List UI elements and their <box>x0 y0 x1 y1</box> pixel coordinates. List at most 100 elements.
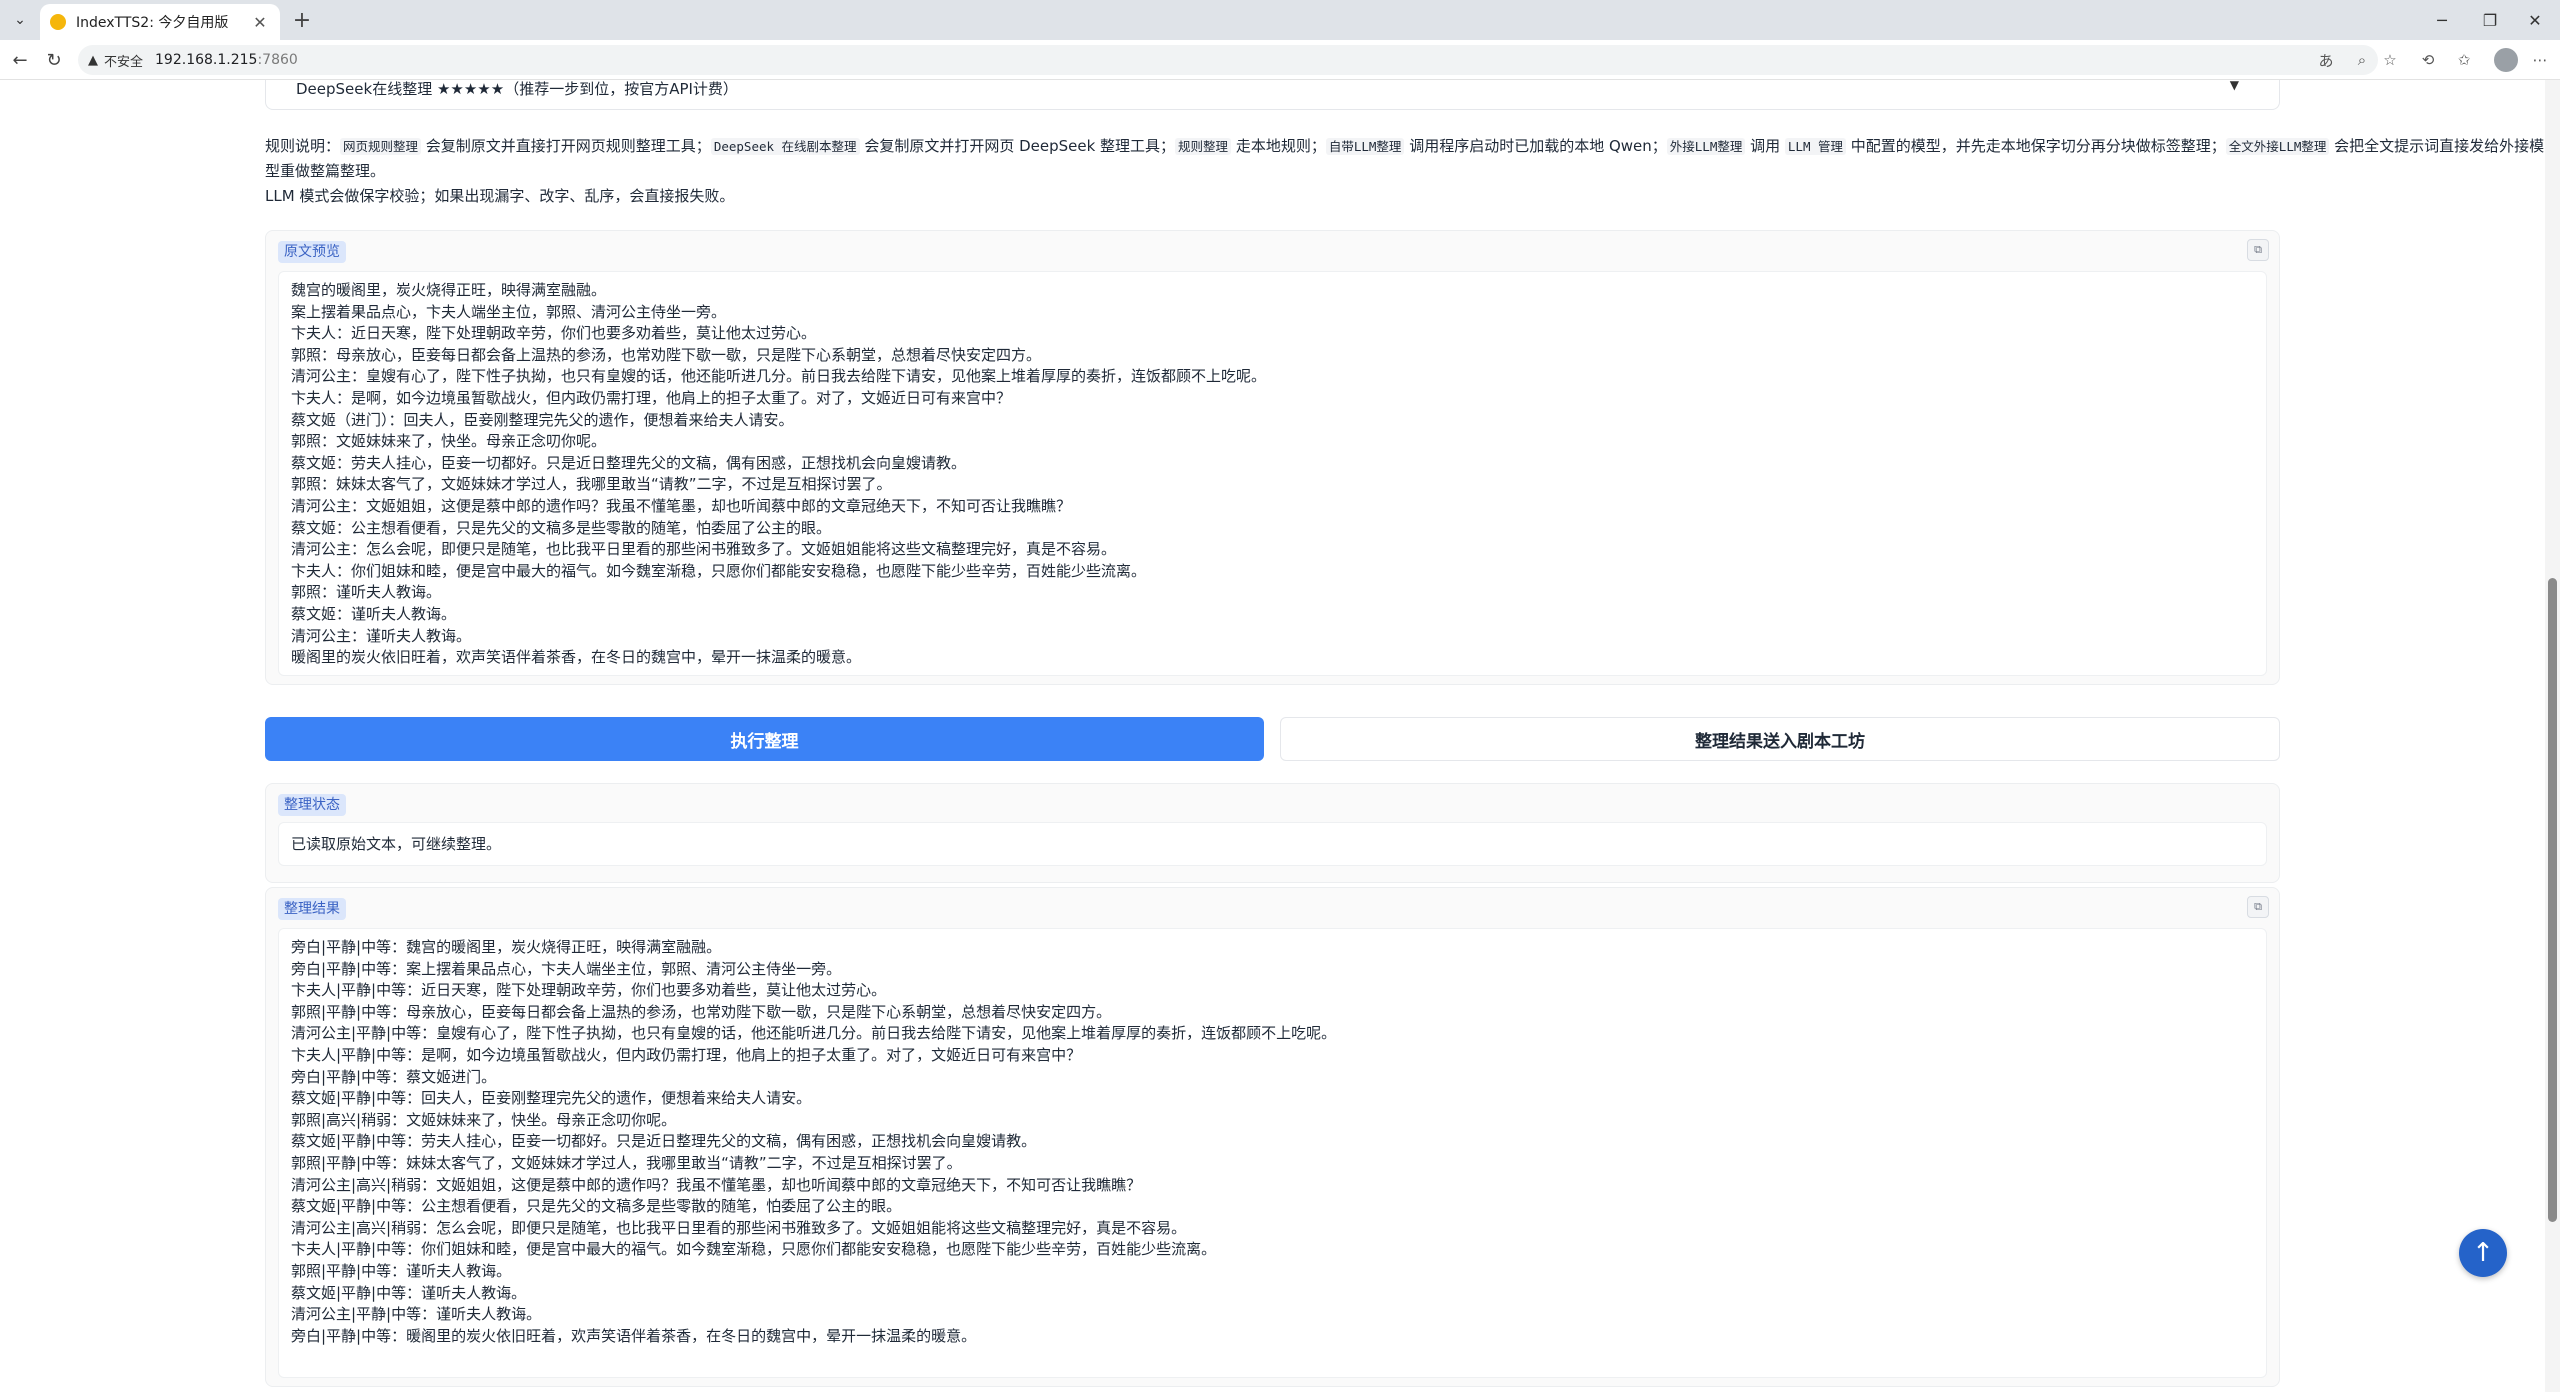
text-line: 暖阁里的炭火依旧旺着，欢声笑语伴着茶香，在冬日的魏宫中，晕开一抹温柔的暖意。 <box>291 648 862 667</box>
text-line: 卞夫人|平静|中等：是啊，如今边境虽暂歇战火，但内政仍需打理，他肩上的担子太重了… <box>291 1045 1082 1064</box>
result-text: 旁白|平静|中等：魏宫的暖阁里，炭火烧得正旺，映得满室融融。 旁白|平静|中等：案… <box>278 928 2267 1378</box>
text-line: 郭照|平静|中等：妹妹太客气了，文姬妹妹才学过人，我哪里敢当“请教”二字，不过是… <box>291 1153 962 1172</box>
rule-text: 走本地规则； <box>1231 137 1326 155</box>
text-line: 郭照：文姬妹妹来了，快坐。母亲正念叨你呢。 <box>291 432 607 451</box>
text-line: 郭照|平静|中等：母亲放心，臣妾每日都会备上温热的参汤，也常劝陛下歇一歇，只是陛… <box>291 1002 1112 1021</box>
favorites-icon[interactable]: ✩ <box>2452 48 2476 72</box>
source-preview-text: 魏宫的暖阁里，炭火烧得正旺，映得满室融融。案上摆着果品点心，卞夫人端坐主位，郭照… <box>278 271 2267 676</box>
reload-icon[interactable]: ↻ <box>40 46 68 74</box>
text-line: 卞夫人|平静|中等：近日天寒，陛下处理朝政辛劳，你们也要多劝着些，莫让他太过劳心… <box>291 981 887 1000</box>
text-line: 蔡文姬：谨听夫人教诲。 <box>291 604 457 623</box>
rules-description: 规则说明： 网页规则整理 会复制原文并直接打开网页规则整理工具； DeepSeek … <box>265 134 2545 209</box>
bookmark-star-icon[interactable]: ☆ <box>2378 48 2402 72</box>
text-line: 蔡文姬：劳夫人挂心，臣妾一切都好。只是近日整理先父的文稿，偶有困惑，正想找机会向… <box>291 453 967 472</box>
rule-text: 会复制原文并打开网页 DeepSeek 整理工具； <box>859 137 1176 155</box>
browser-tab-bar: ⌄ IndexTTS2: 今夕自用版 ✕ + ─ ❐ ✕ <box>0 0 2560 40</box>
text-line: 清河公主：皇嫂有心了，陛下性子执拗，也只有皇嫂的话，他还能听进几分。前日我去给陛… <box>291 367 1267 386</box>
rules-line-2: LLM 模式会做保字校验；如果出现漏字、改字、乱序，会直接报失败。 <box>265 187 735 205</box>
source-preview-block: 原文预览 ⧉ 魏宫的暖阁里，炭火烧得正旺，映得满室融融。案上摆着果品点心，卞夫人… <box>265 230 2280 685</box>
text-line: 蔡文姬（进门）：回夫人，臣妾刚整理完先父的遗作，便想着来给夫人请安。 <box>291 410 794 429</box>
text-line: 清河公主：怎么会呢，即便只是随笔，也比我平日里看的那些闲书雅致多了。文姬姐姐能将… <box>291 540 1117 559</box>
text-line: 案上摆着果品点心，卞夫人端坐主位，郭照、清河公主侍坐一旁。 <box>291 302 727 321</box>
text-line: 卞夫人：近日天寒，陛下处理朝政辛劳，你们也要多劝着些，莫让他太过劳心。 <box>291 324 817 343</box>
organize-mode-dropdown[interactable]: DeepSeek在线整理 ★★★★★（推荐一步到位，按官方API计费） ▼ <box>265 80 2280 110</box>
text-line: 蔡文姬|平静|中等：回夫人，臣妾刚整理完先父的遗作，便想着来给夫人请安。 <box>291 1089 812 1108</box>
rule-code: 外接LLM整理 <box>1666 138 1746 155</box>
scroll-to-top-button[interactable]: ↑ <box>2459 1229 2507 1277</box>
browser-tab-active[interactable]: IndexTTS2: 今夕自用版 ✕ <box>40 4 280 40</box>
arrow-up-icon: ↑ <box>2472 1238 2494 1268</box>
text-line: 旁白|平静|中等：魏宫的暖阁里，炭火烧得正旺，映得满室融融。 <box>291 938 722 956</box>
status-block: 整理状态 已读取原始文本，可继续整理。 <box>265 783 2280 883</box>
text-line: 清河公主：文姬姐姐，这便是蔡中郎的遗作吗？我虽不懂笔墨，却也听闻蔡中郎的文章冠绝… <box>291 496 1072 515</box>
address-bar[interactable]: ▲ 不安全 192.168.1.215 :7860 <box>78 45 2378 75</box>
window-close-icon[interactable]: ✕ <box>2515 6 2555 34</box>
warning-triangle-icon: ▲ <box>88 52 98 68</box>
insecure-label: 不安全 <box>104 54 144 70</box>
text-line: 清河公主|平静|中等：谨听夫人教诲。 <box>291 1305 542 1324</box>
run-organize-button[interactable]: 执行整理 <box>265 717 1264 761</box>
more-menu-icon[interactable]: ⋯ <box>2528 48 2552 72</box>
result-label: 整理结果 <box>278 898 346 920</box>
send-to-workshop-button[interactable]: 整理结果送入剧本工坊 <box>1280 717 2280 761</box>
text-line: 郭照：母亲放心，臣妾每日都会备上温热的参汤，也常劝陛下歇一歇，只是陛下心系朝堂，… <box>291 345 1042 364</box>
text-line: 蔡文姬：公主想看便看，只是先父的文稿多是些零散的随笔，怕委屈了公主的眼。 <box>291 518 832 537</box>
text-line: 郭照：谨听夫人教诲。 <box>291 583 442 602</box>
text-line: 旁白|平静|中等：蔡文姬进门。 <box>291 1067 497 1086</box>
rule-text: 调用 <box>1745 137 1785 155</box>
source-preview-label: 原文预览 <box>278 241 346 263</box>
text-line: 郭照|平静|中等：谨听夫人教诲。 <box>291 1261 512 1280</box>
text-line: 卞夫人|平静|中等：你们姐妹和睦，便是宫中最大的福气。如今魏室渐稳，只愿你们都能… <box>291 1240 1217 1259</box>
page-content: DeepSeek在线整理 ★★★★★（推荐一步到位，按官方API计费） ▼ 规则… <box>0 80 2545 1392</box>
minimize-icon[interactable]: ─ <box>2422 6 2462 34</box>
text-line: 卞夫人：你们姐妹和睦，便是宫中最大的福气。如今魏室渐稳，只愿你们都能安安稳稳，也… <box>291 561 1147 580</box>
dropdown-caret-icon[interactable]: ▼ <box>2230 80 2239 92</box>
tab-list-chevron-icon[interactable]: ⌄ <box>6 6 34 34</box>
new-tab-plus-icon[interactable]: + <box>288 6 316 34</box>
text-line: 清河公主|高兴|稍弱：怎么会呢，即便只是随笔，也比我平日里看的那些闲书雅致多了。… <box>291 1218 1187 1237</box>
text-line: 蔡文姬|平静|中等：公主想看便看，只是先父的文稿多是些零散的随笔，怕委屈了公主的… <box>291 1197 902 1216</box>
copy-source-icon[interactable]: ⧉ <box>2247 239 2269 261</box>
rule-text: 会复制原文并直接打开网页规则整理工具； <box>421 137 711 155</box>
text-line: 郭照|高兴|稍弱：文姬妹妹来了，快坐。母亲正念叨你呢。 <box>291 1110 677 1129</box>
text-line: 旁白|平静|中等：暖阁里的炭火依旧旺着，欢声笑语伴着茶香，在冬日的魏宫中，晕开一… <box>291 1326 977 1345</box>
text-line: 魏宫的暖阁里，炭火烧得正旺，映得满室融融。 <box>291 281 607 299</box>
dropdown-selected-value: DeepSeek在线整理 ★★★★★（推荐一步到位，按官方API计费） <box>296 80 738 98</box>
browser-toolbar: ← ↻ ▲ 不安全 192.168.1.215 :7860 あ ⌕ ☆ ⟲ ✩ … <box>0 40 2560 80</box>
result-block: 整理结果 ⧉ 旁白|平静|中等：魏宫的暖阁里，炭火烧得正旺，映得满室融融。 旁白|… <box>265 887 2280 1387</box>
back-arrow-icon[interactable]: ← <box>6 46 34 74</box>
rule-code: 自带LLM整理 <box>1325 138 1405 155</box>
text-line: 蔡文姬|平静|中等：谨听夫人教诲。 <box>291 1283 527 1302</box>
rule-code: 全文外接LLM整理 <box>2225 138 2330 155</box>
copy-result-icon[interactable]: ⧉ <box>2247 896 2269 918</box>
text-line: 卞夫人：是啊，如今边境虽暂歇战火，但内政仍需打理，他肩上的担子太重了。对了，文姬… <box>291 388 1012 407</box>
text-line: 郭照：妹妹太客气了，文姬妹妹才学过人，我哪里敢当“请教”二字，不过是互相探讨罢了… <box>291 475 892 494</box>
rule-code: DeepSeek 在线剧本整理 <box>710 138 860 155</box>
close-tab-icon[interactable]: ✕ <box>250 12 270 32</box>
scrollbar-thumb[interactable] <box>2548 578 2557 1222</box>
rule-code: 规则整理 <box>1175 138 1232 155</box>
extensions-icon[interactable]: ⟲ <box>2416 48 2440 72</box>
text-line: 蔡文姬|平静|中等：劳夫人挂心，臣妾一切都好。只是近日整理先父的文稿，偶有困惑，… <box>291 1132 1037 1151</box>
status-text-area: 已读取原始文本，可继续整理。 <box>278 822 2267 866</box>
url-port: :7860 <box>257 52 298 68</box>
status-label: 整理状态 <box>278 794 346 816</box>
url-host: 192.168.1.215 <box>155 52 258 68</box>
tab-title: IndexTTS2: 今夕自用版 <box>76 15 229 31</box>
status-text: 已读取原始文本，可继续整理。 <box>291 835 502 853</box>
rule-text: 调用程序启动时已加载的本地 Qwen； <box>1404 137 1667 155</box>
rule-code: 网页规则整理 <box>340 138 422 155</box>
profile-avatar[interactable] <box>2494 48 2518 72</box>
text-line: 清河公主：谨听夫人教诲。 <box>291 626 472 645</box>
result-lines-container: 旁白|平静|中等：魏宫的暖阁里，炭火烧得正旺，映得满室融融。 旁白|平静|中等：案… <box>291 937 2254 1347</box>
source-lines-container: 魏宫的暖阁里，炭火烧得正旺，映得满室融融。案上摆着果品点心，卞夫人端坐主位，郭照… <box>291 280 2254 669</box>
rules-prefix: 规则说明： <box>265 137 341 155</box>
restore-icon[interactable]: ❐ <box>2470 6 2510 34</box>
translate-icon[interactable]: あ <box>2314 48 2338 72</box>
text-line: 清河公主|平静|中等：皇嫂有心了，陛下性子执拗，也只有皇嫂的话，他还能听进几分。… <box>291 1024 1337 1043</box>
favicon-icon <box>50 14 66 30</box>
zoom-icon[interactable]: ⌕ <box>2350 48 2374 72</box>
text-line: 清河公主|高兴|稍弱：文姬姐姐，这便是蔡中郎的遗作吗？我虽不懂笔墨，却也听闻蔡中… <box>291 1175 1142 1194</box>
rule-text: 中配置的模型，并先走本地保字切分再分块做标签整理； <box>1846 137 2226 155</box>
rule-code: LLM 管理 <box>1784 138 1847 155</box>
